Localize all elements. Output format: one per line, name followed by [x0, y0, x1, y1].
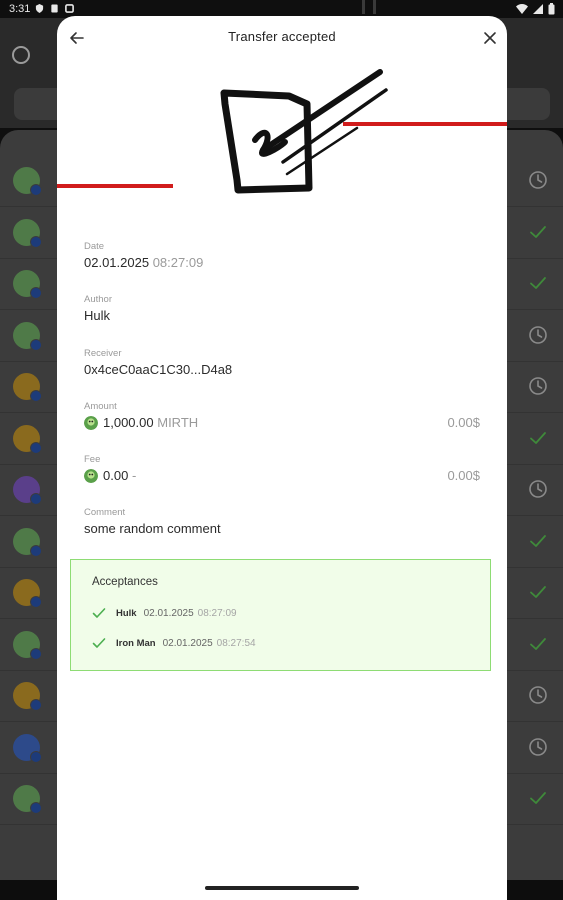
author-field: Author Hulk — [84, 294, 112, 323]
check-icon — [530, 586, 546, 598]
date-field: Date 02.01.2025 08:27:09 — [84, 241, 203, 270]
token-avatar — [13, 527, 42, 557]
comment-label: Comment — [84, 507, 126, 518]
modal-header: Transfer accepted — [57, 16, 507, 60]
date-day: 02.01.2025 — [84, 255, 150, 270]
token-avatar — [13, 733, 42, 763]
clock-icon — [529, 377, 547, 395]
fee-value-row: 0.00 - 0.00$ — [84, 468, 480, 483]
token-avatar — [13, 167, 42, 196]
check-icon — [530, 534, 546, 547]
comment-field: Comment some random comment — [84, 507, 221, 536]
amount-value: 1,000.00 — [103, 415, 154, 430]
clock-icon — [529, 325, 547, 344]
amount-field: Amount 1,000.00 MIRTH 0.00$ — [84, 401, 480, 430]
date-time: 08:27:09 — [152, 255, 204, 270]
check-icon — [92, 608, 106, 618]
transfer-signed-illustration — [57, 69, 507, 194]
acceptance-time: 08:27:54 — [216, 637, 256, 649]
date-label: Date — [84, 241, 105, 252]
token-avatar — [13, 476, 42, 505]
mirth-token-icon — [84, 415, 98, 430]
close-icon — [484, 32, 496, 44]
battery-icon — [548, 3, 555, 15]
author-value: Hulk — [84, 308, 111, 323]
token-avatar — [13, 321, 42, 351]
clock-icon — [529, 480, 547, 498]
check-icon — [530, 792, 546, 804]
check-icon — [530, 277, 546, 289]
token-avatar — [13, 424, 42, 454]
amount-value-row: 1,000.00 MIRTH 0.00$ — [84, 415, 480, 430]
network-badge — [30, 493, 42, 505]
network-badge — [30, 338, 42, 351]
clock-icon — [529, 171, 547, 189]
acceptance-time: 08:27:09 — [197, 607, 237, 619]
profile-icon — [12, 46, 30, 64]
author-label: Author — [84, 294, 112, 305]
token-avatar — [13, 373, 42, 402]
status-time: 3:31 — [9, 3, 31, 15]
token-avatar — [13, 579, 42, 608]
network-badge — [30, 596, 42, 608]
acceptances-panel: Acceptances Hulk 02.01.2025 08:27:09 Iro… — [70, 559, 491, 671]
receiver-address[interactable]: 0x4ceC0aaC1C30...D4a8 — [84, 362, 232, 377]
receiver-field: Receiver 0x4ceC0aaC1C30...D4a8 — [84, 348, 232, 377]
comment-value: some random comment — [84, 521, 221, 536]
token-avatar — [13, 270, 42, 299]
receiver-label: Receiver — [84, 348, 122, 359]
clock-icon — [529, 737, 547, 756]
acceptance-date: 02.01.2025 — [162, 637, 213, 649]
amount-token: MIRTH — [157, 415, 199, 430]
acceptance-date: 02.01.2025 — [143, 607, 194, 619]
network-badge — [30, 441, 42, 454]
network-badge — [30, 699, 42, 711]
shield-icon — [35, 4, 44, 13]
token-avatar — [13, 630, 42, 660]
network-badge — [30, 544, 42, 557]
transfer-details-modal: Transfer accepted Date 02.01.2025 08:27:… — [57, 16, 507, 900]
close-button[interactable] — [479, 27, 501, 49]
token-avatar — [13, 218, 42, 248]
acceptance-name: Iron Man — [116, 637, 156, 649]
acceptance-item: Iron Man 02.01.2025 08:27:54 — [92, 637, 256, 649]
token-avatar — [13, 785, 42, 814]
token-avatar — [13, 682, 42, 711]
system-icons — [516, 3, 555, 15]
fee-token: - — [131, 468, 137, 483]
network-badge — [30, 647, 42, 660]
acceptance-name: Hulk — [116, 607, 137, 619]
notification-icon — [65, 4, 74, 13]
check-icon — [92, 638, 106, 648]
check-icon — [530, 225, 546, 238]
home-indicator — [205, 886, 359, 890]
network-badge — [30, 287, 42, 299]
acceptance-item: Hulk 02.01.2025 08:27:09 — [92, 607, 237, 619]
fee-usd: 0.00$ — [447, 468, 480, 483]
network-badge — [30, 390, 42, 402]
fee-label: Fee — [84, 454, 101, 465]
modal-title: Transfer accepted — [228, 29, 336, 44]
fee-field: Fee 0.00 - 0.00$ — [84, 454, 480, 483]
check-icon — [530, 637, 546, 650]
fee-value: 0.00 — [103, 468, 129, 483]
date-value: 02.01.2025 08:27:09 — [84, 255, 203, 270]
wifi-icon — [516, 4, 528, 14]
acceptances-title: Acceptances — [92, 576, 158, 588]
network-badge — [30, 750, 42, 763]
amount-label: Amount — [84, 401, 117, 412]
amount-usd: 0.00$ — [447, 415, 480, 430]
signal-icon — [533, 4, 543, 14]
camera-cutout — [362, 0, 376, 14]
network-badge — [30, 184, 42, 196]
clock-icon — [529, 686, 547, 704]
check-icon — [530, 431, 546, 444]
mirth-token-icon — [84, 468, 98, 483]
network-badge — [30, 235, 42, 248]
signed-document-icon — [220, 69, 388, 194]
sim-icon — [51, 4, 58, 13]
network-badge — [30, 802, 42, 814]
